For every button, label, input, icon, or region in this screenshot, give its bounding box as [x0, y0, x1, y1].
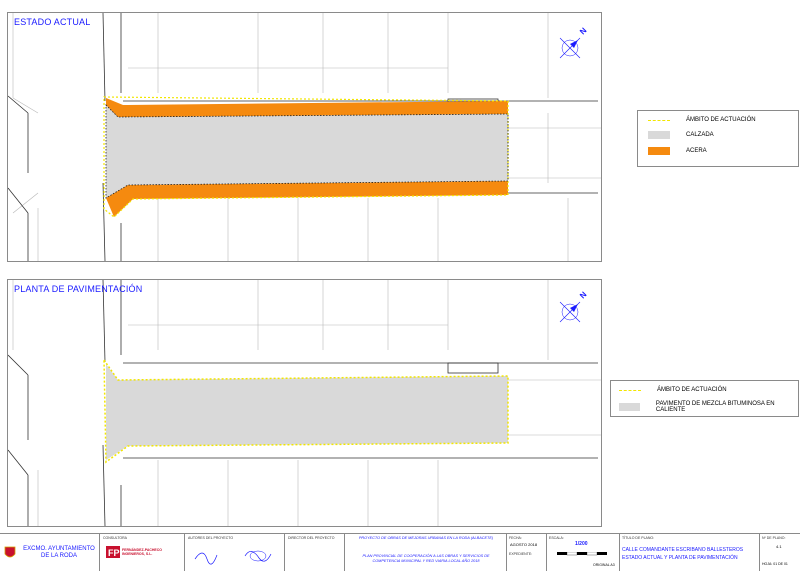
original-size: ORIGINAL A3: [593, 563, 615, 567]
scale-bar-icon: [557, 552, 607, 556]
coat-of-arms-icon: [4, 546, 16, 558]
plano-cell: Nº DE PLANO: 4.1 HOJA: 01 DE 01: [760, 534, 800, 571]
project-title: PROYECTO DE OBRAS DE MEJORAS URBANAS EN …: [358, 536, 494, 540]
escala-value: 1/200: [575, 541, 588, 547]
calzada-swatch: [648, 131, 670, 139]
titulo-line-2: ESTADO ACTUAL Y PLANTA DE PAVIMENTACIÓN: [622, 555, 738, 561]
plano-value: 4.1: [776, 544, 782, 549]
fecha-label: FECHA:: [509, 536, 522, 540]
legend-label: CALZADA: [686, 132, 714, 138]
legend-item: ACERA: [648, 147, 707, 155]
legend-label: ÁMBITO DE ACTUACIÓN: [686, 117, 756, 123]
svg-text:FP: FP: [108, 548, 120, 558]
client-cell: EXCMO. AYUNTAMIENTO DE LA RODA: [0, 534, 100, 571]
acera-swatch: [648, 147, 670, 155]
legend-item: CALZADA: [648, 131, 714, 139]
consultora-name: FERNÁNDEZ-PACHECO INGENIEROS, S.L.: [122, 548, 162, 556]
ambito-swatch: [648, 119, 670, 121]
legend-label: ACERA: [686, 148, 707, 154]
director-label: DIRECTOR DEL PROYECTO: [288, 536, 335, 540]
fecha-cell: FECHA: AGOSTO 2018 EXPEDIENTE:: [507, 534, 547, 571]
legend-item: PAVIMENTO DE MEZCLA BITUMINOSA EN CALIEN…: [619, 401, 798, 413]
consultora-logo-icon: FP: [106, 546, 120, 558]
panel-estado-actual: N ESTADO ACTUAL: [7, 12, 602, 262]
north-arrow-icon: [559, 37, 581, 59]
project-cell: PROYECTO DE OBRAS DE MEJORAS URBANAS EN …: [345, 534, 507, 571]
north-arrow-letter: N: [578, 26, 589, 37]
legend-estado-actual: ÁMBITO DE ACTUACIÓN CALZADA ACERA: [637, 110, 799, 167]
title-block: EXCMO. AYUNTAMIENTO DE LA RODA CONSULTOR…: [0, 533, 800, 571]
acera-south: [106, 181, 508, 217]
legend-item: ÁMBITO DE ACTUACIÓN: [619, 387, 727, 393]
signatures-icon: [194, 550, 272, 565]
legend-label: ÁMBITO DE ACTUACIÓN: [657, 387, 727, 393]
north-arrow-icon: [559, 301, 581, 323]
consultora-label: CONSULTORA: [103, 536, 127, 540]
north-arrow-letter: N: [578, 290, 589, 301]
plano-label: Nº DE PLANO:: [762, 536, 786, 540]
director-cell: DIRECTOR DEL PROYECTO: [285, 534, 345, 571]
legend-planta-pavimentacion: ÁMBITO DE ACTUACIÓN PAVIMENTO DE MEZCLA …: [610, 380, 799, 417]
titulo-label: TÍTULO DE PLANO:: [622, 536, 655, 540]
client-name: EXCMO. AYUNTAMIENTO DE LA RODA: [23, 546, 95, 559]
escala-label: ESCALA:: [549, 536, 564, 540]
ambito-swatch: [619, 389, 641, 391]
consultora-cell: CONSULTORA FP FERNÁNDEZ-PACHECO INGENIER…: [100, 534, 185, 571]
autores-label: AUTORES DEL PROYECTO: [188, 536, 234, 540]
escala-cell: ESCALA: 1/200 ORIGINAL A3: [547, 534, 620, 571]
pavimento-swatch: [619, 403, 640, 411]
titulo-cell: TÍTULO DE PLANO: CALLE COMANDANTE ESCRIB…: [620, 534, 760, 571]
titulo-line-1: CALLE COMANDANTE ESCRIBANO BALLESTEROS: [622, 547, 744, 553]
hoja-value: HOJA: 01 DE 01: [762, 562, 788, 566]
map-estado-actual: N: [8, 13, 601, 261]
panel-title: ESTADO ACTUAL: [14, 17, 91, 27]
map-planta-pavimentacion: N: [8, 280, 601, 526]
autores-cell: AUTORES DEL PROYECTO: [185, 534, 285, 571]
plan-title: PLAN PROVINCIAL DE COOPERACIÓN A LAS OBR…: [362, 554, 490, 563]
legend-item: ÁMBITO DE ACTUACIÓN: [648, 117, 756, 123]
fecha-value: AGOSTO 2018: [510, 542, 538, 547]
panel-title: PLANTA DE PAVIMENTACIÓN: [14, 284, 143, 294]
legend-label: PAVIMENTO DE MEZCLA BITUMINOSA EN CALIEN…: [655, 401, 775, 413]
expediente-label: EXPEDIENTE:: [509, 552, 533, 556]
panel-planta-pavimentacion: N PLANTA DE PAVIMENTACIÓN: [7, 279, 602, 527]
